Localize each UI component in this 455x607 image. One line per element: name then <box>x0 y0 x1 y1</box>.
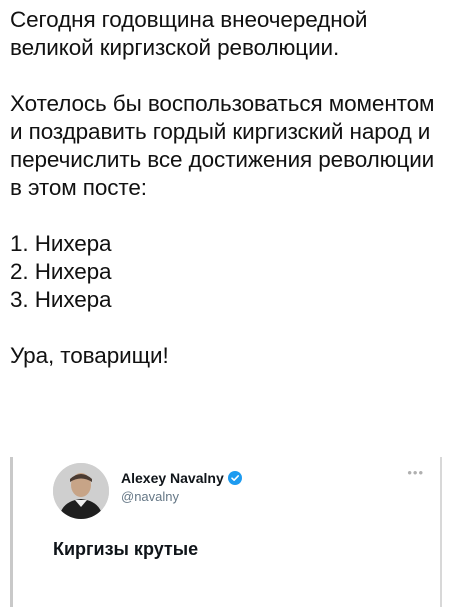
post-body: Сегодня годовщина внеочередной великой к… <box>10 6 450 370</box>
post-paragraph-2: Хотелось бы воспользоваться моментом и п… <box>10 91 435 200</box>
author-handle[interactable]: @navalny <box>121 489 242 504</box>
list-item: 3. Нихера <box>10 287 112 312</box>
embedded-tweet[interactable]: Alexey Navalny @navalny ••• Киргизы крут… <box>10 457 442 607</box>
profile-photo-icon <box>53 463 109 519</box>
list-item: 2. Нихера <box>10 259 112 284</box>
list-item: 1. Нихера <box>10 231 112 256</box>
tweet-author[interactable]: Alexey Navalny @navalny <box>121 470 242 504</box>
tweet-text: Киргизы крутые <box>53 539 199 559</box>
post-closing: Ура, товарищи! <box>10 343 169 368</box>
post-list: 1. Нихера 2. Нихера 3. Нихера <box>10 230 450 314</box>
author-name[interactable]: Alexey Navalny <box>121 470 224 486</box>
ellipsis-icon[interactable]: ••• <box>407 465 424 480</box>
post-paragraph-1: Сегодня годовщина внеочередной великой к… <box>10 7 368 60</box>
avatar[interactable] <box>53 463 109 519</box>
embedded-tweet-inner: Alexey Navalny @navalny ••• Киргизы крут… <box>21 457 434 607</box>
verified-badge-icon <box>227 471 242 485</box>
